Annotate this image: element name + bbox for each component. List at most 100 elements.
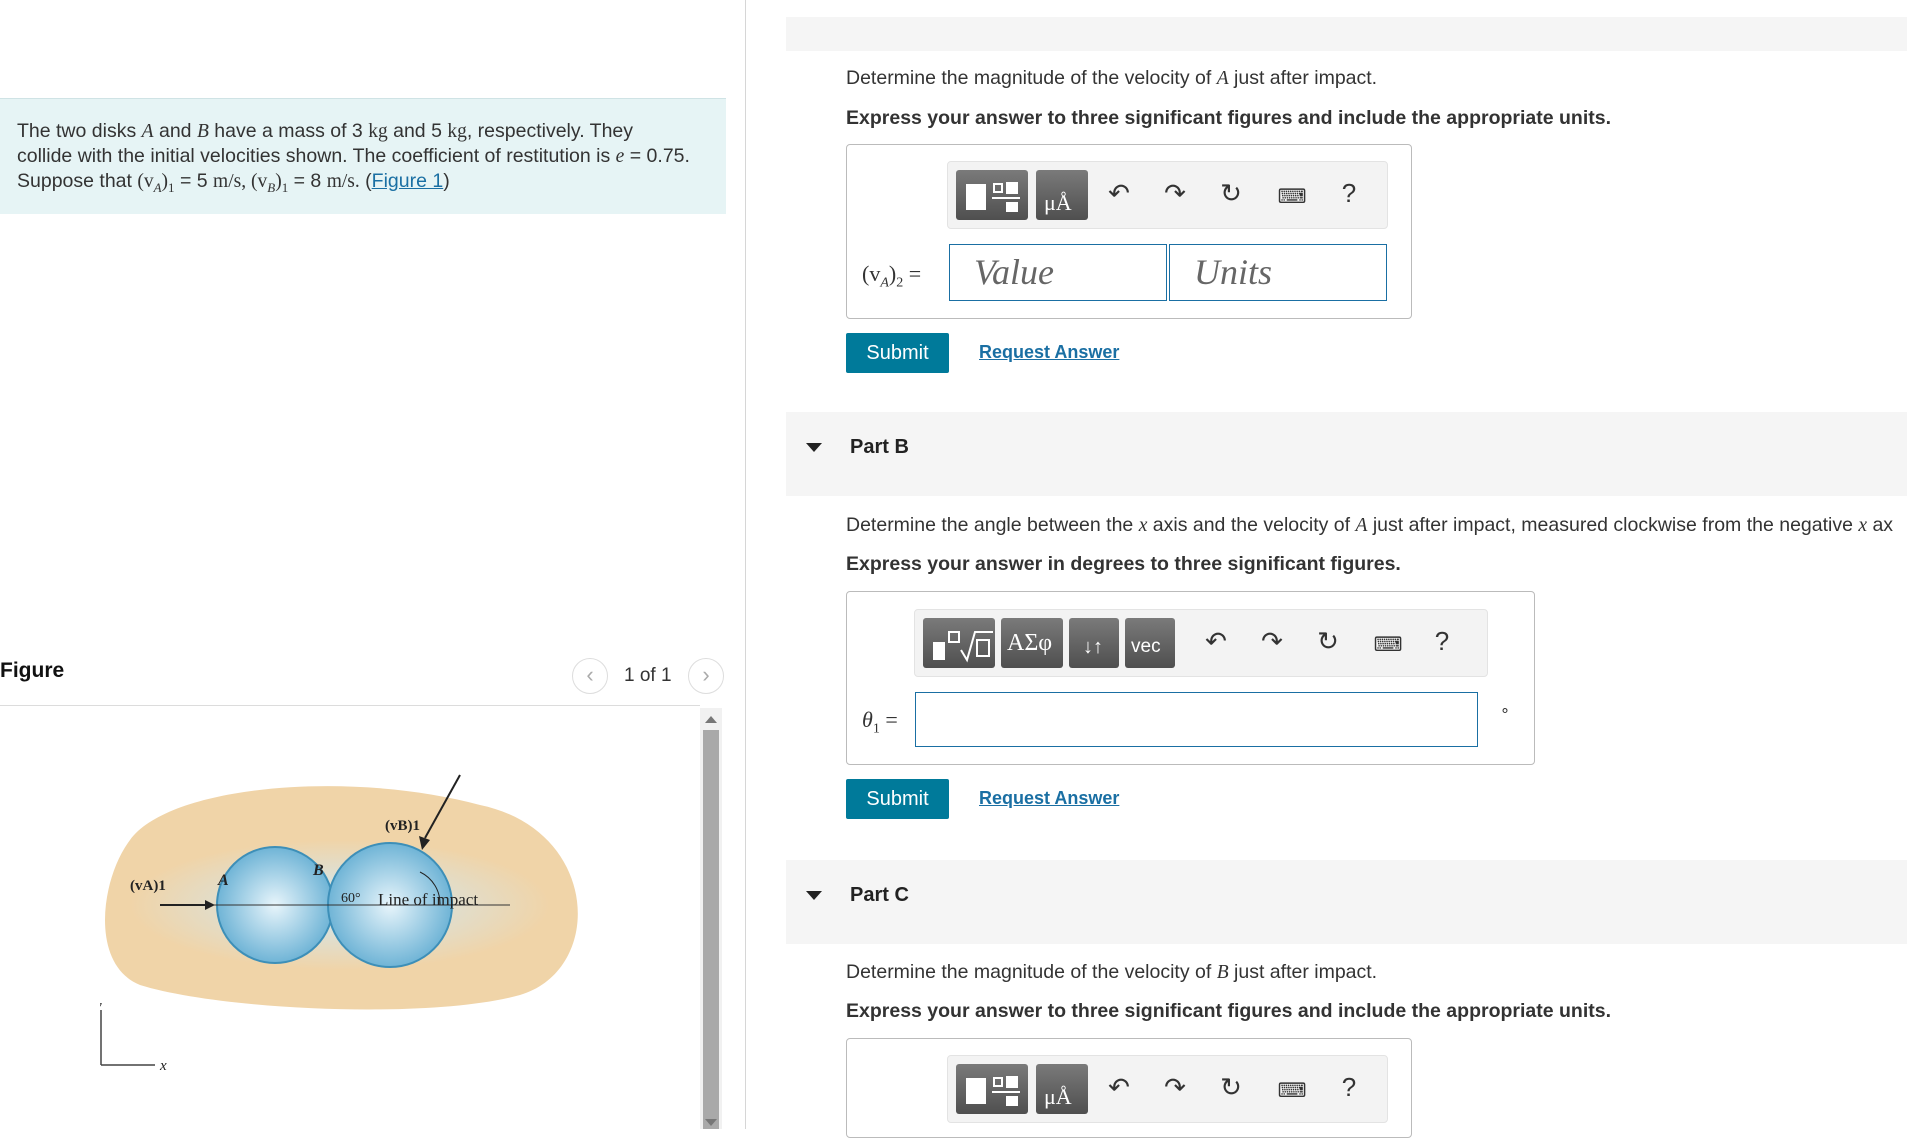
reset-icon[interactable]: ↻ [1311,626,1345,657]
part-c-header-band[interactable] [786,860,1907,944]
math: = [879,707,898,732]
keyboard-icon[interactable]: ⌨ [1275,184,1309,209]
text: and [153,120,197,142]
problem-statement: The two disks A and B have a mass of 3 k… [0,98,726,214]
part-a-toolbar: μÅ ↶ ↷ ↻ ⌨ ? [947,161,1388,229]
templates-button[interactable] [956,170,1028,220]
part-b-toolbar: ΑΣφ ↓↑ vec ↶ ↷ ↻ ⌨ ? [914,609,1488,677]
figure-pager: 1 of 1 [624,665,672,686]
angle-input[interactable] [915,692,1478,747]
unit: m/s [213,171,242,192]
redo-icon[interactable]: ↷ [1158,178,1192,209]
math: = [903,261,922,286]
text: Determine the magnitude of the velocity … [846,67,1217,89]
units-symbol-button[interactable]: μÅ [1036,1064,1088,1114]
figure-scroll-thumb[interactable] [703,730,719,1129]
prev-figure-button[interactable]: ‹ [572,658,608,694]
units-placeholder: Units [1194,252,1273,292]
part-b-title[interactable]: Part B [850,436,909,459]
part-b-label: θ1 = [862,707,898,737]
label-vb1: (vB)1 [385,818,420,834]
vector-icon: vec [1131,636,1161,657]
subscript-superscript-button[interactable]: ↓↑ [1069,618,1119,668]
text: = 5 [174,170,214,192]
label-a: A [217,872,229,889]
part-a-header-band [786,17,1907,51]
var-b: B [1216,962,1229,983]
problem-line-1: The two disks A and B have a mass of 3 k… [17,119,710,144]
help-icon[interactable]: ? [1425,626,1459,657]
next-figure-button[interactable]: › [688,658,724,694]
part-c-caret-icon[interactable] [806,891,822,900]
figure-divider [0,705,700,706]
reset-icon[interactable]: ↻ [1214,178,1248,209]
text: just after impact. [1228,67,1378,89]
label-b: B [312,862,324,879]
var-a: A [1355,515,1368,536]
text: ) [443,170,450,192]
undo-icon[interactable]: ↶ [1102,178,1136,209]
scroll-up-icon[interactable] [705,716,717,723]
units-symbol-button[interactable]: μÅ [1036,170,1088,220]
figure-link[interactable]: Figure 1 [372,170,444,192]
help-icon[interactable]: ? [1332,178,1366,209]
part-c-title[interactable]: Part C [850,884,909,907]
part-c-toolbar: μÅ ↶ ↷ ↻ ⌨ ? [947,1055,1388,1123]
answer-pane: Determine the magnitude of the velocity … [746,0,1907,1138]
text: ax [1867,514,1894,536]
greek-symbols-button[interactable]: ΑΣφ [1001,618,1063,668]
figure-title: Figure [0,659,65,682]
part-c-instruction: Express your answer to three significant… [846,1000,1611,1022]
text: have a mass of 3 [208,120,369,142]
text: , respectively. They [466,120,634,142]
math-sub: A [880,275,889,291]
part-a-request-answer-link[interactable]: Request Answer [979,342,1119,363]
math-sub: 1 [872,721,880,737]
math: (v [250,171,268,192]
chevron-right-icon: › [702,662,710,687]
part-a-submit-button[interactable]: Submit [846,333,949,373]
keyboard-icon[interactable]: ⌨ [1275,1078,1309,1103]
vector-button[interactable]: vec [1125,618,1175,668]
undo-icon[interactable]: ↶ [1199,626,1233,657]
text: Suppose that [17,170,138,192]
var-a: A [141,121,154,142]
value-input[interactable]: Value [949,244,1167,301]
part-b-answer-box: ΑΣφ ↓↑ vec ↶ ↷ ↻ ⌨ ? θ1 = ∘ [846,591,1535,765]
var-b: B [196,121,209,142]
scroll-down-icon[interactable] [705,1119,717,1126]
var-x: x [1858,515,1868,536]
text: just after impact, measured clockwise fr… [1367,514,1859,536]
undo-icon[interactable]: ↶ [1102,1072,1136,1103]
var-a: A [1216,68,1229,89]
text: collide with the initial velocities show… [17,145,616,167]
redo-icon[interactable]: ↷ [1255,626,1289,657]
degree-unit: ∘ [1500,702,1511,719]
unit: kg [368,121,388,142]
part-b-request-answer-link[interactable]: Request Answer [979,788,1119,809]
reset-icon[interactable]: ↻ [1214,1072,1248,1103]
templates-icon [966,1076,1020,1106]
text: = 0.75. [624,145,690,167]
text: just after impact. [1228,961,1378,983]
text: , [241,171,251,192]
keyboard-icon[interactable]: ⌨ [1371,632,1405,657]
part-c-question: Determine the magnitude of the velocity … [846,961,1377,984]
text: Determine the angle between the [846,514,1139,536]
templates-radical-button[interactable] [923,618,995,668]
problem-pane: The two disks A and B have a mass of 3 k… [0,0,746,1129]
part-b-instruction: Express your answer in degrees to three … [846,553,1401,575]
templates-button[interactable] [956,1064,1028,1114]
radical-template-icon [933,631,993,663]
part-b-submit-button[interactable]: Submit [846,779,949,819]
units-input[interactable]: Units [1169,244,1387,301]
redo-icon[interactable]: ↷ [1158,1072,1192,1103]
problem-line-3: Suppose that (vA)1 = 5 m/s, (vB)1 = 8 m/… [17,169,710,200]
part-b-question: Determine the angle between the x axis a… [846,514,1893,537]
math-sub: A [153,179,162,195]
micro-angstrom-icon: μÅ [1044,190,1072,215]
part-b-header-band[interactable] [786,412,1907,496]
unit: kg [447,121,467,142]
part-b-caret-icon[interactable] [806,443,822,452]
help-icon[interactable]: ? [1332,1072,1366,1103]
